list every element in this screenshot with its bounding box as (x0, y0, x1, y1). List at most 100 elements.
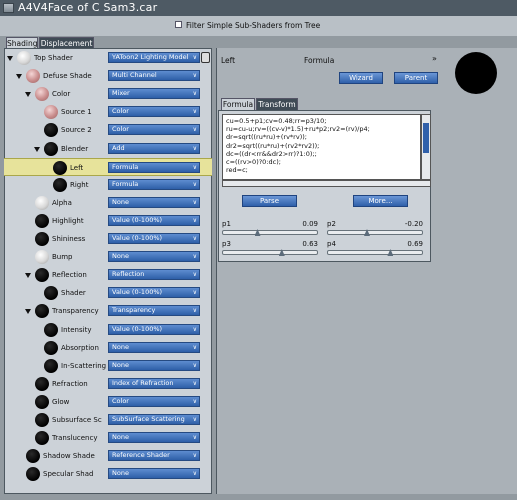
tree-row-label: Subsurface Sc (52, 416, 102, 424)
expand-arrow-icon[interactable] (25, 309, 31, 315)
tree-row[interactable]: Bump None ∨ (4, 248, 212, 266)
expand-arrow-icon[interactable] (34, 146, 40, 152)
chevron-down-icon: ∨ (192, 198, 197, 206)
shader-type-dropdown[interactable]: Multi Channel ∨ (108, 70, 200, 82)
filter-checkbox[interactable] (175, 21, 182, 28)
shader-type-dropdown[interactable]: SubSurface Scattering ∨ (108, 414, 200, 425)
shader-type-dropdown[interactable]: None ∨ (108, 341, 200, 353)
tree-row[interactable]: Source 1 Color ∨ (4, 103, 212, 121)
param-p3-slider[interactable] (222, 249, 318, 256)
shader-type-dropdown[interactable]: Value (0-100%) ∨ (108, 287, 200, 299)
param-p1-slider[interactable] (222, 229, 318, 236)
tree-row-label: In-Scattering (61, 361, 106, 370)
shader-type-dropdown[interactable]: Reflection ∨ (108, 269, 200, 281)
editor-scrollbar[interactable] (421, 114, 431, 180)
window-title: A4V4Face of C Sam3.car (18, 1, 158, 14)
shader-type-dropdown[interactable]: None ∨ (108, 432, 200, 444)
tab-formula[interactable]: Formula (221, 98, 255, 110)
slider-knob[interactable] (364, 229, 370, 236)
shader-type-dropdown[interactable]: Add ∨ (108, 142, 200, 154)
formula-line: dr=sqrt((ru*ru)+(rv*rv)); (226, 133, 307, 142)
tree-row-label: Intensity (61, 325, 92, 334)
tree-row[interactable]: Reflection Reflection ∨ (4, 266, 212, 284)
shader-type-dropdown[interactable]: None ∨ (108, 196, 200, 208)
shader-type-dropdown[interactable]: Formula ∨ (108, 161, 200, 173)
shader-type-dropdown[interactable]: None ∨ (108, 359, 200, 371)
chevron-down-icon: ∨ (192, 379, 197, 387)
expand-arrow-icon[interactable] (7, 56, 13, 61)
dropdown-value: Value (0-100%) (112, 215, 163, 224)
dropdown-value: Reflection (112, 270, 145, 279)
shader-browser-icon[interactable] (201, 52, 210, 63)
chevron-down-icon: ∨ (192, 434, 197, 442)
formula-line: dc=((dr<rr&&dr2>rr)?1:0);; (226, 149, 317, 158)
tree-row[interactable]: In-Scattering None ∨ (4, 357, 212, 375)
formula-line: dr2=sqrt((ru*ru)+(rv2*rv2)); (226, 141, 320, 150)
shader-type-dropdown[interactable]: Value (0-100%) ∨ (108, 323, 200, 335)
shader-type-dropdown[interactable]: Reference Shader ∨ (108, 450, 200, 462)
slider-knob[interactable] (387, 249, 394, 256)
shader-ball-icon (35, 195, 49, 210)
slider-knob[interactable] (254, 229, 261, 236)
tree-row[interactable]: Absorption None ∨ (4, 339, 212, 357)
shader-type-dropdown[interactable]: Transparency ∨ (108, 305, 200, 317)
more-button[interactable]: More... (353, 195, 408, 207)
expand-arrow-icon[interactable] (25, 273, 31, 279)
tree-row[interactable]: Glow Color ∨ (4, 393, 212, 411)
tree-row-label: Translucency (52, 434, 98, 443)
tree-row[interactable]: Top Shader YAToon2 Lighting Model ∨ (4, 49, 212, 67)
slider-knob[interactable] (278, 249, 285, 256)
expand-arrow-icon[interactable] (16, 74, 22, 80)
param-p2-slider[interactable] (327, 229, 423, 236)
tree-row-label: Highlight (52, 216, 84, 225)
chevron-down-icon[interactable]: » (432, 54, 437, 63)
tree-row[interactable]: Translucency None ∨ (4, 429, 212, 447)
tree-row[interactable]: Refraction Index of Refraction ∨ (4, 375, 212, 393)
tree-row[interactable]: Transparency Transparency ∨ (4, 302, 212, 320)
shader-type-dropdown[interactable]: None ∨ (108, 251, 200, 263)
shader-type-dropdown[interactable]: Color ∨ (108, 395, 200, 407)
chevron-down-icon: ∨ (192, 108, 197, 116)
shader-type-dropdown[interactable]: None ∨ (108, 468, 200, 480)
editor-hscrollbar[interactable] (222, 180, 431, 187)
tree-row[interactable]: Defuse Shade Multi Channel ∨ (4, 67, 212, 85)
wizard-button[interactable]: Wizard (339, 72, 383, 84)
shader-ball-icon (26, 69, 40, 84)
tree-row[interactable]: Alpha None ∨ (4, 194, 212, 212)
tree-row-label: Shader (61, 289, 86, 298)
shader-type-dropdown[interactable]: Value (0-100%) ∨ (108, 214, 200, 226)
param-p4-slider[interactable] (327, 249, 423, 256)
chevron-down-icon: ∨ (192, 343, 197, 351)
tree-row[interactable]: Blender Add ∨ (4, 140, 212, 158)
tree-row[interactable]: Right Formula ∨ (4, 176, 212, 194)
tree-row[interactable]: Source 2 Color ∨ (4, 121, 212, 139)
shader-type-dropdown[interactable]: Color ∨ (108, 106, 200, 118)
tree-row[interactable]: Shadow Shade Reference Shader ∨ (4, 447, 212, 465)
expand-arrow-icon[interactable] (25, 92, 31, 98)
tree-row[interactable]: Intensity Value (0-100%) ∨ (4, 321, 212, 339)
param-p3-label: p3 (222, 240, 231, 248)
parse-button[interactable]: Parse (242, 195, 297, 207)
tree-row[interactable]: Shader Value (0-100%) ∨ (4, 284, 212, 302)
tree-row[interactable]: Specular Shad None ∨ (4, 465, 212, 483)
shader-type-dropdown[interactable]: Index of Refraction ∨ (108, 377, 200, 389)
shader-type-dropdown[interactable]: Color ∨ (108, 124, 200, 136)
shader-type-dropdown[interactable]: Mixer ∨ (108, 88, 200, 100)
tree-row[interactable]: Shininess Value (0-100%) ∨ (4, 230, 212, 248)
dropdown-value: None (112, 252, 129, 261)
tree-row[interactable]: Left Formula ∨ (4, 157, 212, 176)
parent-button[interactable]: Parent (394, 72, 438, 84)
tree-row[interactable]: Highlight Value (0-100%) ∨ (4, 212, 212, 230)
dropdown-value: Formula (112, 179, 139, 188)
shader-type-dropdown[interactable]: Value (0-100%) ∨ (108, 233, 200, 244)
tree-row[interactable]: Subsurface Sc SubSurface Scattering ∨ (4, 411, 212, 429)
dropdown-value: Formula (112, 162, 139, 171)
shader-ball-icon (44, 105, 58, 120)
shader-ball-icon (26, 449, 40, 464)
tree-row[interactable]: Color Mixer ∨ (4, 85, 212, 103)
tab-transform[interactable]: Transform (256, 98, 298, 110)
shader-type-dropdown[interactable]: YAToon2 Lighting Model ∨ (108, 52, 200, 63)
formula-editor[interactable]: cu=0.5+p1;cv=0.48;rr=p3/10; ru=cu-u;rv=((… (222, 114, 421, 180)
tree-row-label: Shadow Shade (43, 452, 95, 461)
shader-type-dropdown[interactable]: Formula ∨ (108, 178, 200, 190)
